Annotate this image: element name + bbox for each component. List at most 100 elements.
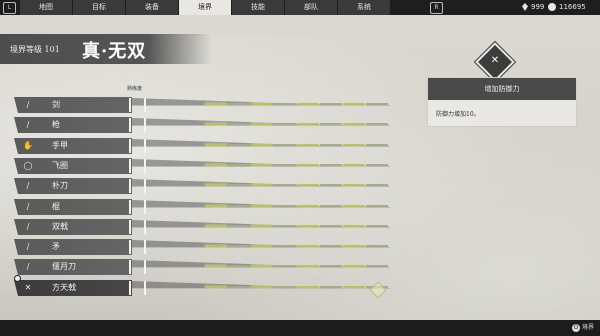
realm-node[interactable] — [274, 286, 296, 288]
realm-node[interactable] — [205, 103, 227, 105]
weapon-row[interactable]: ✕ 方天戟 — [0, 280, 400, 296]
realm-node[interactable] — [228, 164, 250, 166]
realm-node[interactable] — [343, 184, 365, 186]
realm-node[interactable] — [251, 164, 273, 166]
realm-node[interactable] — [297, 205, 319, 207]
realm-node[interactable] — [366, 265, 388, 267]
realm-node[interactable] — [274, 245, 296, 247]
realm-node[interactable] — [251, 205, 273, 207]
realm-node[interactable] — [320, 164, 342, 166]
realm-node[interactable] — [366, 205, 388, 207]
realm-node[interactable] — [205, 123, 227, 125]
realm-node[interactable] — [343, 265, 365, 267]
tab-map[interactable]: 地图 — [20, 0, 73, 15]
realm-node[interactable] — [297, 286, 319, 288]
realm-node[interactable] — [205, 164, 227, 166]
realm-node[interactable] — [343, 205, 365, 207]
realm-node[interactable] — [320, 265, 342, 267]
realm-node[interactable] — [297, 245, 319, 247]
realm-node[interactable] — [366, 184, 388, 186]
realm-node[interactable] — [366, 245, 388, 247]
realm-node[interactable] — [320, 123, 342, 125]
weapon-row[interactable]: ◯ 飞圈 — [0, 158, 400, 174]
realm-node[interactable] — [320, 245, 342, 247]
realm-node[interactable] — [320, 144, 342, 146]
realm-node[interactable] — [205, 286, 227, 288]
realm-node[interactable] — [251, 265, 273, 267]
realm-node[interactable] — [297, 164, 319, 166]
realm-node[interactable] — [228, 103, 250, 105]
realm-node[interactable] — [251, 103, 273, 105]
weapon-row[interactable]: / 棍 — [0, 199, 400, 215]
tab-objectives[interactable]: 目标 — [73, 0, 126, 15]
weapon-row[interactable]: / 双戟 — [0, 219, 400, 235]
realm-node[interactable] — [320, 286, 342, 288]
realm-node[interactable] — [274, 164, 296, 166]
realm-node[interactable] — [228, 245, 250, 247]
realm-node[interactable] — [343, 144, 365, 146]
realm-node[interactable] — [343, 123, 365, 125]
realm-node[interactable] — [297, 144, 319, 146]
realm-node[interactable] — [343, 225, 365, 227]
realm-node[interactable] — [228, 144, 250, 146]
realm-node[interactable] — [228, 265, 250, 267]
realm-node[interactable] — [297, 103, 319, 105]
realm-node[interactable] — [251, 225, 273, 227]
realm-node[interactable] — [228, 225, 250, 227]
realm-node[interactable] — [343, 286, 365, 288]
realm-node[interactable] — [366, 123, 388, 125]
weapon-row[interactable]: ✋ 手甲 — [0, 138, 400, 154]
weapon-row[interactable]: / 朴刀 — [0, 178, 400, 194]
realm-node[interactable] — [251, 286, 273, 288]
realm-node[interactable] — [251, 144, 273, 146]
weapon-row[interactable]: / 枪 — [0, 117, 400, 133]
realm-node[interactable] — [251, 245, 273, 247]
realm-node[interactable] — [205, 205, 227, 207]
realm-node[interactable] — [366, 144, 388, 146]
realm-node[interactable] — [274, 103, 296, 105]
realm-node[interactable] — [297, 225, 319, 227]
realm-node[interactable] — [320, 103, 342, 105]
weapon-row[interactable]: / 矛 — [0, 239, 400, 255]
realm-node[interactable] — [343, 103, 365, 105]
realm-node[interactable] — [205, 144, 227, 146]
realm-node[interactable] — [228, 205, 250, 207]
realm-node[interactable] — [366, 164, 388, 166]
weapon-row-track — [132, 146, 390, 147]
realm-node[interactable] — [228, 286, 250, 288]
realm-node[interactable] — [274, 144, 296, 146]
realm-node[interactable] — [274, 225, 296, 227]
realm-node[interactable] — [343, 164, 365, 166]
tab-troops[interactable]: 部队 — [285, 0, 338, 15]
realm-node[interactable] — [251, 123, 273, 125]
realm-node[interactable] — [297, 184, 319, 186]
realm-node[interactable] — [320, 184, 342, 186]
tab-system[interactable]: 系统 — [338, 0, 391, 15]
weapon-row[interactable]: / 剑 — [0, 97, 400, 113]
realm-node[interactable] — [366, 103, 388, 105]
realm-node[interactable] — [320, 205, 342, 207]
realm-button[interactable]: O 境界 — [571, 323, 594, 333]
realm-node[interactable] — [228, 123, 250, 125]
tab-realm[interactable]: 境界 — [179, 0, 232, 15]
realm-node[interactable] — [274, 123, 296, 125]
realm-node[interactable] — [205, 265, 227, 267]
realm-node[interactable] — [205, 245, 227, 247]
realm-node[interactable] — [343, 245, 365, 247]
realm-node[interactable] — [320, 225, 342, 227]
realm-node[interactable] — [297, 265, 319, 267]
realm-node[interactable] — [228, 184, 250, 186]
realm-node[interactable] — [205, 184, 227, 186]
nav-left-key[interactable]: L — [3, 2, 16, 14]
realm-node[interactable] — [297, 123, 319, 125]
realm-node[interactable] — [274, 205, 296, 207]
realm-node[interactable] — [274, 184, 296, 186]
weapon-row[interactable]: / 偃月刀 — [0, 259, 400, 275]
realm-node[interactable] — [366, 225, 388, 227]
realm-node[interactable] — [205, 225, 227, 227]
realm-node[interactable] — [274, 265, 296, 267]
tab-equipment[interactable]: 装备 — [126, 0, 179, 15]
nav-right-key[interactable]: R — [430, 2, 443, 14]
tab-skills[interactable]: 技能 — [232, 0, 285, 15]
realm-node[interactable] — [251, 184, 273, 186]
